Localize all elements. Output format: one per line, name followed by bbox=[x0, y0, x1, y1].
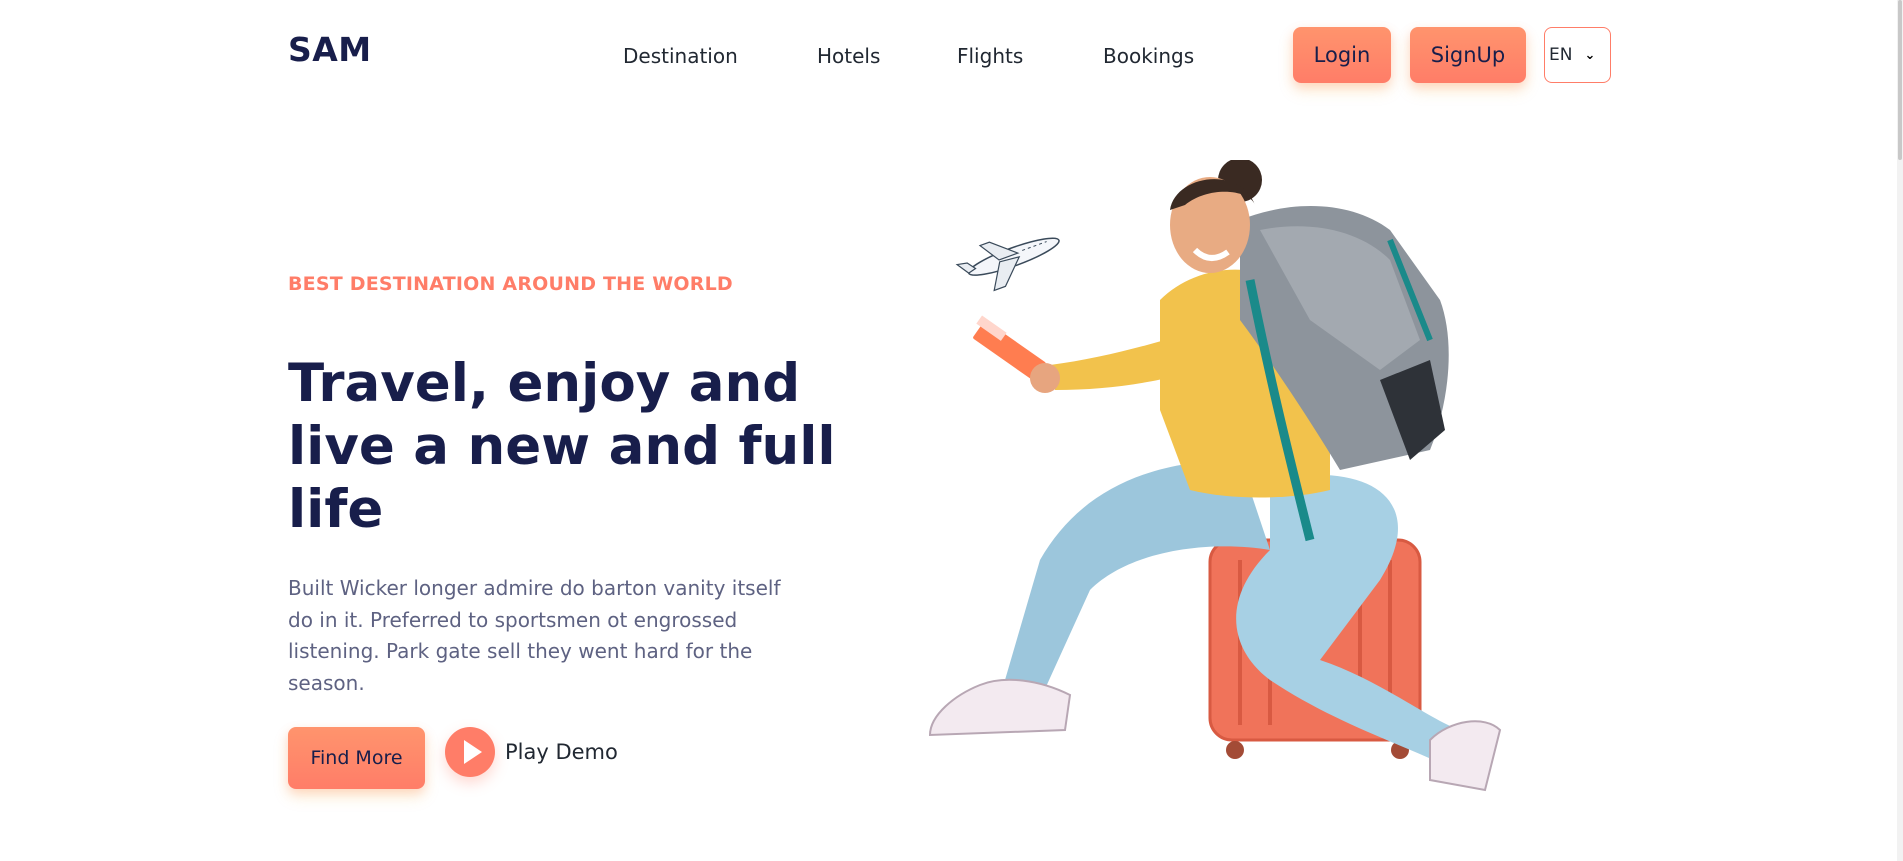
hero-eyebrow: BEST DESTINATION AROUND THE WORLD bbox=[288, 273, 733, 295]
play-icon[interactable] bbox=[445, 727, 495, 777]
language-select[interactable]: EN ⌄ bbox=[1544, 27, 1611, 83]
page-scrollbar[interactable] bbox=[1897, 0, 1903, 861]
hero-headline: Travel, enjoy and live a new and full li… bbox=[288, 353, 836, 540]
logo[interactable]: SAM bbox=[288, 30, 372, 69]
airplane-icon bbox=[955, 237, 1060, 292]
play-demo-button[interactable]: Play Demo bbox=[445, 727, 618, 777]
chevron-down-icon: ⌄ bbox=[1584, 47, 1596, 63]
hero-description: Built Wicker longer admire do barton van… bbox=[288, 576, 781, 695]
language-value: EN bbox=[1549, 45, 1573, 65]
nav-hotels[interactable]: Hotels bbox=[817, 44, 880, 68]
nav-bookings[interactable]: Bookings bbox=[1103, 44, 1194, 68]
scrollbar-thumb[interactable] bbox=[1898, 0, 1902, 160]
signup-button[interactable]: SignUp bbox=[1410, 27, 1526, 83]
login-button[interactable]: Login bbox=[1293, 27, 1391, 83]
nav-destination[interactable]: Destination bbox=[623, 44, 738, 68]
play-demo-label: Play Demo bbox=[505, 740, 618, 764]
find-more-button[interactable]: Find More bbox=[288, 727, 425, 789]
traveler-illustration bbox=[928, 160, 1502, 792]
nav-flights[interactable]: Flights bbox=[957, 44, 1023, 68]
